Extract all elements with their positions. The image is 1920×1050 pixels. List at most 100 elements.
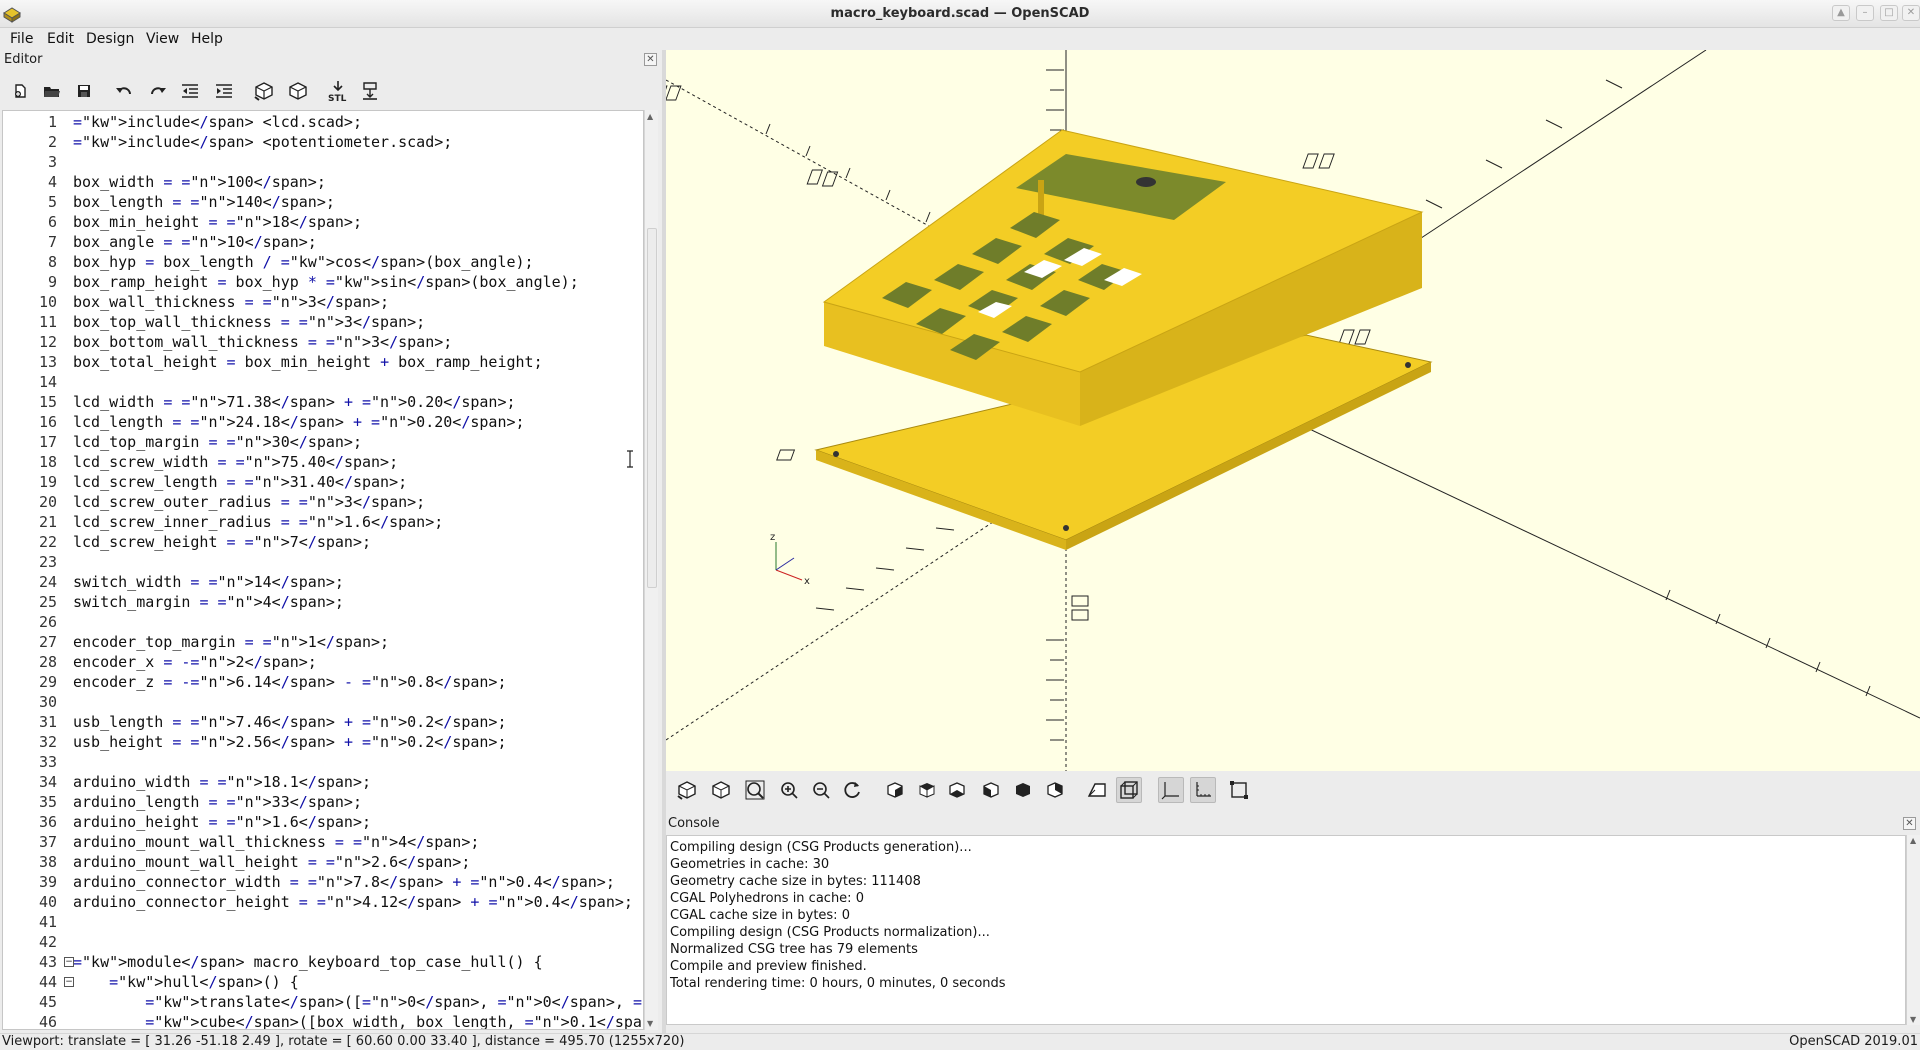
console-scrollbar[interactable]: ▲ ▼ (1906, 835, 1920, 1025)
console-title: Console (668, 816, 720, 831)
line-number: 22 (38, 533, 57, 551)
3d-viewport[interactable]: z x (666, 50, 1920, 771)
window-shade-button[interactable]: ▲ (1832, 5, 1850, 21)
line-number: 31 (38, 713, 57, 731)
zoom-in-icon[interactable] (776, 777, 802, 803)
line-number: 42 (38, 933, 57, 951)
code-line: arduino_length = ="n">33</span>; (73, 793, 362, 811)
scroll-up-arrow-icon[interactable]: ▲ (647, 112, 653, 121)
front-view-icon[interactable] (1010, 777, 1036, 803)
save-icon[interactable] (70, 78, 98, 104)
orthogonal-icon[interactable] (1116, 777, 1142, 803)
open-icon[interactable] (38, 78, 66, 104)
code-line: arduino_height = ="n">1.6</span>; (73, 813, 372, 831)
reset-view-icon[interactable] (840, 777, 866, 803)
title-bar: macro_keyboard.scad — OpenSCAD ▲ – □ ✕ (0, 0, 1920, 28)
console-scroll-up-icon[interactable]: ▲ (1910, 836, 1916, 845)
line-number: 17 (38, 433, 57, 451)
menu-view[interactable]: View (146, 31, 179, 47)
code-line: encoder_z = -="n">6.14</span> - ="n">0.8… (73, 673, 507, 691)
console-line: Compiling design (CSG Products generatio… (670, 840, 972, 855)
line-number: 13 (38, 353, 57, 371)
viewport-toolbar (666, 771, 1920, 807)
menu-edit[interactable]: Edit (47, 31, 74, 47)
indent-icon[interactable] (210, 78, 238, 104)
code-line: box_total_height = box_min_height + box_… (73, 353, 543, 371)
line-number: 38 (38, 853, 57, 871)
render-icon[interactable] (284, 78, 312, 104)
window-minimize-button[interactable]: – (1856, 5, 1874, 21)
right-view-icon[interactable] (882, 777, 908, 803)
viewport-status: Viewport: translate = [ 31.26 -51.18 2.4… (2, 1034, 685, 1049)
code-line: usb_height = ="n">2.56</span> + ="n">0.2… (73, 733, 507, 751)
editor-title: Editor (4, 52, 43, 67)
line-number: 25 (38, 593, 57, 611)
new-icon[interactable] (6, 78, 34, 104)
console-close-button[interactable]: ✕ (1903, 817, 1916, 830)
fold-toggle-icon[interactable]: − (64, 957, 74, 967)
editor-close-button[interactable]: ✕ (644, 53, 657, 66)
editor-scrollbar[interactable]: ▲ ▼ (644, 110, 658, 1030)
view-all-icon[interactable] (742, 777, 768, 803)
console-line: Normalized CSG tree has 79 elements (670, 942, 918, 957)
redo-icon[interactable] (144, 78, 172, 104)
line-number: 26 (38, 613, 57, 631)
axis-indicator: z x (770, 532, 810, 587)
code-line: box_bottom_wall_thickness = ="n">3</span… (73, 333, 453, 351)
line-number: 14 (38, 373, 57, 391)
console-output[interactable]: Compiling design (CSG Products generatio… (666, 835, 1906, 1025)
left-view-icon[interactable] (978, 777, 1004, 803)
menu-design[interactable]: Design (86, 31, 134, 47)
line-number: 16 (38, 413, 57, 431)
console-line: Compiling design (CSG Products normaliza… (670, 925, 990, 940)
back-view-icon[interactable] (1042, 777, 1068, 803)
line-number: 4 (47, 173, 57, 191)
console-scroll-down-icon[interactable]: ▼ (1910, 1015, 1916, 1024)
bottom-view-icon[interactable] (944, 777, 970, 803)
code-line: box_wall_thickness = ="n">3</span>; (73, 293, 390, 311)
show-scale-markers-icon[interactable] (1190, 777, 1216, 803)
line-number: 28 (38, 653, 57, 671)
code-line: lcd_screw_width = ="n">75.40</span>; (73, 453, 399, 471)
preview-icon[interactable] (250, 78, 278, 104)
code-line: box_length = ="n">140</span>; (73, 193, 335, 211)
line-number: 1 (47, 113, 57, 131)
preview-icon[interactable] (674, 777, 700, 803)
line-number: 24 (38, 573, 57, 591)
perspective-icon[interactable] (1084, 777, 1110, 803)
zoom-out-icon[interactable] (808, 777, 834, 803)
code-line: arduino_mount_wall_height = ="n">2.6</sp… (73, 853, 471, 871)
code-line: arduino_mount_wall_thickness = ="n">4</s… (73, 833, 480, 851)
version-label: OpenSCAD 2019.01 (1789, 1034, 1918, 1049)
fold-toggle-icon[interactable]: − (64, 977, 74, 987)
window-maximize-button[interactable]: □ (1880, 5, 1898, 21)
code-editor[interactable]: 1 2 3 4 5 6 7 8 9 10 11 12 13 14 15 16 17 18 19 20 21 22 23 24 2… (2, 110, 644, 1030)
console-line: Compile and preview finished. (670, 959, 867, 974)
menu-help[interactable]: Help (191, 31, 223, 47)
line-number: 19 (38, 473, 57, 491)
line-number: 37 (38, 833, 57, 851)
send-to-print-icon[interactable] (356, 78, 384, 104)
line-number: 45 (38, 993, 57, 1011)
3d-model-render[interactable]: z x (666, 50, 1920, 771)
unindent-icon[interactable] (176, 78, 204, 104)
editor-scrollbar-thumb[interactable] (647, 228, 657, 588)
console-line: CGAL Polyhedrons in cache: 0 (670, 891, 864, 906)
show-axes-icon[interactable] (1158, 777, 1184, 803)
menu-bar: File Edit Design View Help (0, 28, 1920, 50)
line-number: 15 (38, 393, 57, 411)
line-number: 34 (38, 773, 57, 791)
render-icon[interactable] (708, 777, 734, 803)
show-edges-icon[interactable] (1226, 777, 1252, 803)
export-stl-icon[interactable]: STL (324, 78, 352, 104)
console-line: Total rendering time: 0 hours, 0 minutes… (670, 976, 1006, 991)
window-close-button[interactable]: ✕ (1902, 5, 1920, 21)
top-view-icon[interactable] (914, 777, 940, 803)
line-number: 46 (38, 1013, 57, 1030)
menu-file[interactable]: File (10, 31, 33, 47)
scroll-down-arrow-icon[interactable]: ▼ (647, 1019, 653, 1028)
line-number: 30 (38, 693, 57, 711)
undo-icon[interactable] (110, 78, 138, 104)
line-number: 20 (38, 493, 57, 511)
line-number: 11 (38, 313, 57, 331)
